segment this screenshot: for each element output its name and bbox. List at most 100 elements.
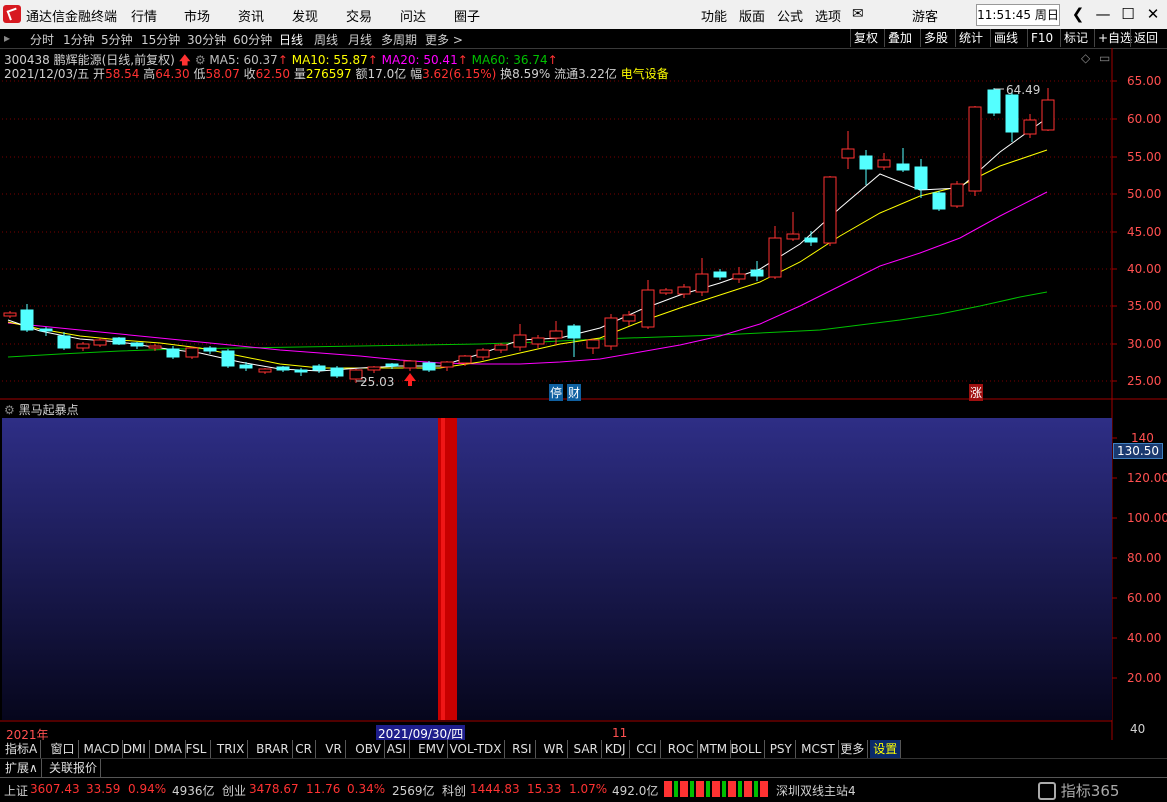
candle-body[interactable] (20, 309, 34, 331)
indicator-tab[interactable]: BRAR (253, 740, 293, 758)
indicator-tab[interactable]: CCI (633, 740, 661, 758)
close-icon[interactable]: ✕ (1142, 3, 1164, 25)
candle-body[interactable] (604, 317, 618, 347)
period-multi[interactable]: 多周期 (381, 31, 417, 48)
tool-zixuan[interactable]: +自选 (1094, 29, 1135, 47)
indicator-tab[interactable]: CR (292, 740, 317, 758)
tag-halt[interactable]: 停 (549, 384, 564, 401)
indicator-tab[interactable]: MACD (81, 740, 124, 758)
cy-index-label[interactable]: 创业 (222, 782, 246, 799)
indicator-tab[interactable]: TRIX (214, 740, 249, 758)
tool-diejia[interactable]: 叠加 (884, 29, 915, 47)
indicator-tab[interactable]: 指标A (2, 740, 42, 758)
indicator-name[interactable]: 黑马起暴点 (19, 403, 79, 417)
candle-body[interactable] (440, 361, 454, 368)
candle-body[interactable] (239, 364, 253, 369)
minimize-icon[interactable]: — (1092, 3, 1114, 25)
period-60min[interactable]: 60分钟 (233, 31, 272, 48)
kline-chart[interactable] (0, 48, 1167, 740)
period-15min[interactable]: 15分钟 (141, 31, 180, 48)
candle-body[interactable] (713, 271, 727, 278)
candle-body[interactable] (950, 183, 964, 207)
candle-body[interactable] (3, 312, 17, 317)
candle-body[interactable] (76, 343, 90, 349)
tag-finance[interactable]: 财 (567, 384, 582, 401)
indicator-tab[interactable]: BOLL (728, 740, 766, 758)
candle-body[interactable] (39, 328, 53, 332)
candle-body[interactable] (968, 106, 982, 192)
indicator-tab[interactable]: ASI (384, 740, 411, 758)
indicator-tab[interactable]: WR (541, 740, 568, 758)
indicator-tab[interactable]: 更多 (837, 740, 869, 758)
tag-limit-up[interactable]: 涨 (969, 384, 984, 401)
indicator-tab[interactable]: OBV (352, 740, 385, 758)
indicator-tab[interactable]: MCST (798, 740, 839, 758)
candle-body[interactable] (622, 314, 636, 322)
indicator-tab[interactable]: 设置 (870, 740, 902, 758)
tool-tongji[interactable]: 统计 (955, 29, 986, 47)
candle-body[interactable] (750, 269, 764, 277)
candle-body[interactable] (166, 348, 180, 358)
tool-biaoji[interactable]: 标记 (1060, 29, 1091, 47)
period-5min[interactable]: 5分钟 (101, 31, 133, 48)
period-weekly[interactable]: 周线 (314, 31, 338, 48)
sh-index-label[interactable]: 上证 (4, 782, 28, 799)
menu-wenda[interactable]: 问达 (400, 6, 426, 25)
indicator-tab[interactable]: DMA (151, 740, 186, 758)
candle-body[interactable] (276, 366, 290, 371)
candle-body[interactable] (586, 339, 600, 349)
period-daily[interactable]: 日线 (279, 31, 303, 48)
user-label[interactable]: 游客 (912, 6, 938, 25)
indicator-tab[interactable]: VR (322, 740, 346, 758)
candle-body[interactable] (914, 166, 928, 190)
candle-body[interactable] (93, 339, 107, 346)
tool-fuquan[interactable]: 复权 (850, 29, 881, 47)
candle-body[interactable] (841, 148, 855, 159)
indicator-tab[interactable]: EMV (415, 740, 449, 758)
tool-duogu[interactable]: 多股 (920, 29, 951, 47)
candle-body[interactable] (57, 335, 71, 349)
period-fenshi[interactable]: 分时 (30, 31, 54, 48)
period-30min[interactable]: 30分钟 (187, 31, 226, 48)
candle-body[interactable] (458, 355, 472, 364)
candle-body[interactable] (786, 233, 800, 240)
candle-body[interactable] (859, 155, 873, 170)
indicator-tab[interactable]: RSI (509, 740, 536, 758)
candle-body[interactable] (221, 350, 235, 367)
menu-gongshi[interactable]: 公式 (777, 6, 803, 25)
menu-gongneng[interactable]: 功能 (701, 6, 727, 25)
tool-huaxian[interactable]: 画线 (990, 29, 1021, 47)
indicator-tab[interactable]: FSL (183, 740, 211, 758)
candle-body[interactable] (112, 337, 126, 345)
indicator-tab[interactable]: KDJ (602, 740, 630, 758)
candle-body[interactable] (567, 325, 581, 339)
indicator-tab[interactable]: PSY (767, 740, 796, 758)
candle-body[interactable] (823, 176, 837, 244)
candle-body[interactable] (385, 363, 399, 367)
kc-index-label[interactable]: 科创 (442, 782, 466, 799)
candle-body[interactable] (695, 273, 709, 293)
candle-body[interactable] (476, 349, 490, 358)
related-quote-tab[interactable]: 关联报价 (46, 759, 102, 777)
candle-body[interactable] (659, 289, 673, 294)
extend-toggle[interactable]: 扩展∧ (2, 759, 42, 777)
period-monthly[interactable]: 月线 (348, 31, 372, 48)
candle-body[interactable] (1005, 94, 1019, 133)
menu-xuanxiang[interactable]: 选项 (815, 6, 841, 25)
period-more[interactable]: 更多 > (425, 31, 463, 48)
candle-body[interactable] (294, 369, 308, 373)
server-name[interactable]: 深圳双线主站4 (776, 782, 856, 799)
candle-body[interactable] (932, 192, 946, 210)
candle-body[interactable] (367, 366, 381, 371)
candle-body[interactable] (1041, 99, 1055, 131)
indicator-tab[interactable]: DMI (120, 740, 150, 758)
period-1min[interactable]: 1分钟 (63, 31, 95, 48)
tool-fanhui[interactable]: 返回 (1130, 29, 1161, 47)
menu-zixun[interactable]: 资讯 (238, 6, 264, 25)
candle-body[interactable] (494, 344, 508, 351)
indicator-tab[interactable]: SAR (571, 740, 602, 758)
menu-quanzi[interactable]: 圈子 (454, 6, 480, 25)
menu-faxian[interactable]: 发现 (292, 6, 318, 25)
mail-icon[interactable]: ✉ (852, 6, 864, 22)
candle-body[interactable] (330, 367, 344, 377)
